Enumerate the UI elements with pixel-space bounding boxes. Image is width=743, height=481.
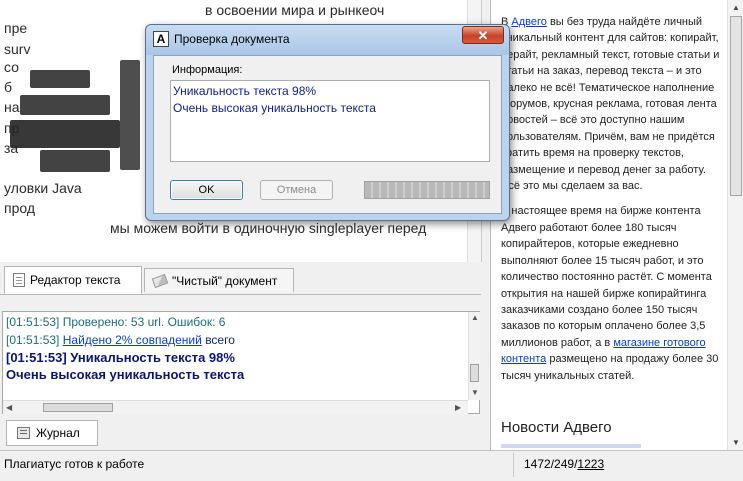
log-text: всего xyxy=(205,333,235,347)
status-text: Плагиатус готов к работе xyxy=(4,457,145,471)
journal-icon xyxy=(17,427,30,439)
log-line: Очень высокая уникальность текста xyxy=(6,367,245,382)
obscured-text xyxy=(10,120,120,148)
sidebar-text: вы без труда найдёте личный уникальный к… xyxy=(501,16,720,193)
dialog-body: Информация: Уникальность текста 98% Очен… xyxy=(153,55,502,214)
character-counts: 1472 / 249 / 1223 xyxy=(524,457,604,471)
tab-clean-document[interactable]: "Чистый" документ xyxy=(144,268,294,292)
editor-line: со xyxy=(4,59,19,75)
sidebar-paragraph: В настоящее время на бирже контента Адве… xyxy=(501,203,723,383)
dialog-title: Проверка документа xyxy=(174,32,290,46)
info-sidebar: В Адвего вы без труда найдёте личный уни… xyxy=(490,0,743,450)
close-button[interactable]: ✕ xyxy=(462,26,504,44)
editor-line: мы можем войти в одиночную singleplayer … xyxy=(110,220,427,236)
scroll-down-icon[interactable]: ▼ xyxy=(471,388,479,397)
log-line: [01:51:53] Найдено 2% совпадений всего xyxy=(6,333,235,347)
editor-line: surv xyxy=(4,41,31,57)
progress-bar xyxy=(364,181,490,199)
editor-line: в освоении мира и рынкеоч xyxy=(205,2,385,18)
editor-line: уловки Java xyxy=(4,180,82,196)
tab-text-editor[interactable]: Редактор текста xyxy=(4,266,142,294)
document-icon xyxy=(13,273,25,287)
obscured-text xyxy=(40,150,110,172)
obscured-text xyxy=(30,70,90,88)
count-middle: 249 xyxy=(554,457,575,471)
info-line: Очень высокая уникальность текста xyxy=(173,101,376,115)
cancel-button[interactable]: Отмена xyxy=(260,180,333,200)
log-line: [01:51:53] Проверено: 53 url. Ошибок: 6 xyxy=(6,315,226,329)
scroll-up-icon[interactable]: ▲ xyxy=(471,313,479,322)
obscured-text xyxy=(0,225,110,261)
obscured-text xyxy=(120,60,140,170)
tab-label: Редактор текста xyxy=(30,273,121,287)
matches-link[interactable]: Найдено 2% совпадений xyxy=(63,333,202,347)
info-line: Уникальность текста 98% xyxy=(173,84,317,98)
scroll-thumb[interactable] xyxy=(730,16,742,196)
count-last: 1223 xyxy=(577,457,605,471)
scroll-left-icon[interactable]: ◀ xyxy=(6,403,12,412)
document-tabs: Редактор текста "Чистый" документ xyxy=(0,264,481,295)
check-document-dialog: A Проверка документа ✕ Информация: Уника… xyxy=(145,24,510,221)
news-heading: Новости Адвего xyxy=(501,419,612,436)
tab-label: "Чистый" документ xyxy=(172,273,278,288)
tab-journal[interactable]: Журнал xyxy=(6,420,98,446)
log-horizontal-scrollbar[interactable]: ◀ ▶ xyxy=(3,400,468,414)
editor-line: б xyxy=(4,79,13,95)
info-label: Информация: xyxy=(172,64,243,76)
scroll-down-icon[interactable]: ▼ xyxy=(732,438,740,447)
sidebar-text: В настоящее время на бирже контента Адве… xyxy=(501,205,712,349)
scroll-thumb[interactable] xyxy=(470,364,479,382)
scroll-up-icon[interactable]: ▲ xyxy=(732,3,740,12)
obscured-text xyxy=(20,95,110,115)
eraser-icon xyxy=(151,273,169,288)
log-line: [01:51:53] Уникальность текста 98% xyxy=(6,350,235,365)
info-textbox[interactable]: Уникальность текста 98% Очень высокая ун… xyxy=(170,80,490,162)
news-link-partial[interactable] xyxy=(501,444,641,448)
editor-line: прод xyxy=(4,200,36,216)
editor-line: пре xyxy=(4,20,28,36)
editor-line: на xyxy=(4,99,20,115)
progress-fill xyxy=(365,182,489,198)
log-panel[interactable]: [01:51:53] Проверено: 53 url. Ошибок: 6 … xyxy=(2,311,480,414)
scroll-thumb[interactable] xyxy=(43,403,113,412)
status-bar: Плагиатус готов к работе 1472 / 249 / 12… xyxy=(0,450,743,481)
log-timestamp: [01:51:53] xyxy=(6,333,60,347)
ok-button[interactable]: OK xyxy=(170,180,243,200)
log-vertical-scrollbar[interactable]: ▲ ▼ xyxy=(468,312,480,400)
advego-link[interactable]: Адвего xyxy=(511,16,546,28)
status-divider xyxy=(513,453,514,477)
sidebar-paragraph: В Адвего вы без труда найдёте личный уни… xyxy=(501,14,723,194)
count-total: 1472 xyxy=(524,457,551,471)
tab-label: Журнал xyxy=(36,426,80,440)
sidebar-scrollbar[interactable]: ▲ ▼ xyxy=(727,0,743,450)
scroll-right-icon[interactable]: ▶ xyxy=(455,403,461,412)
advego-icon: A xyxy=(153,31,169,47)
